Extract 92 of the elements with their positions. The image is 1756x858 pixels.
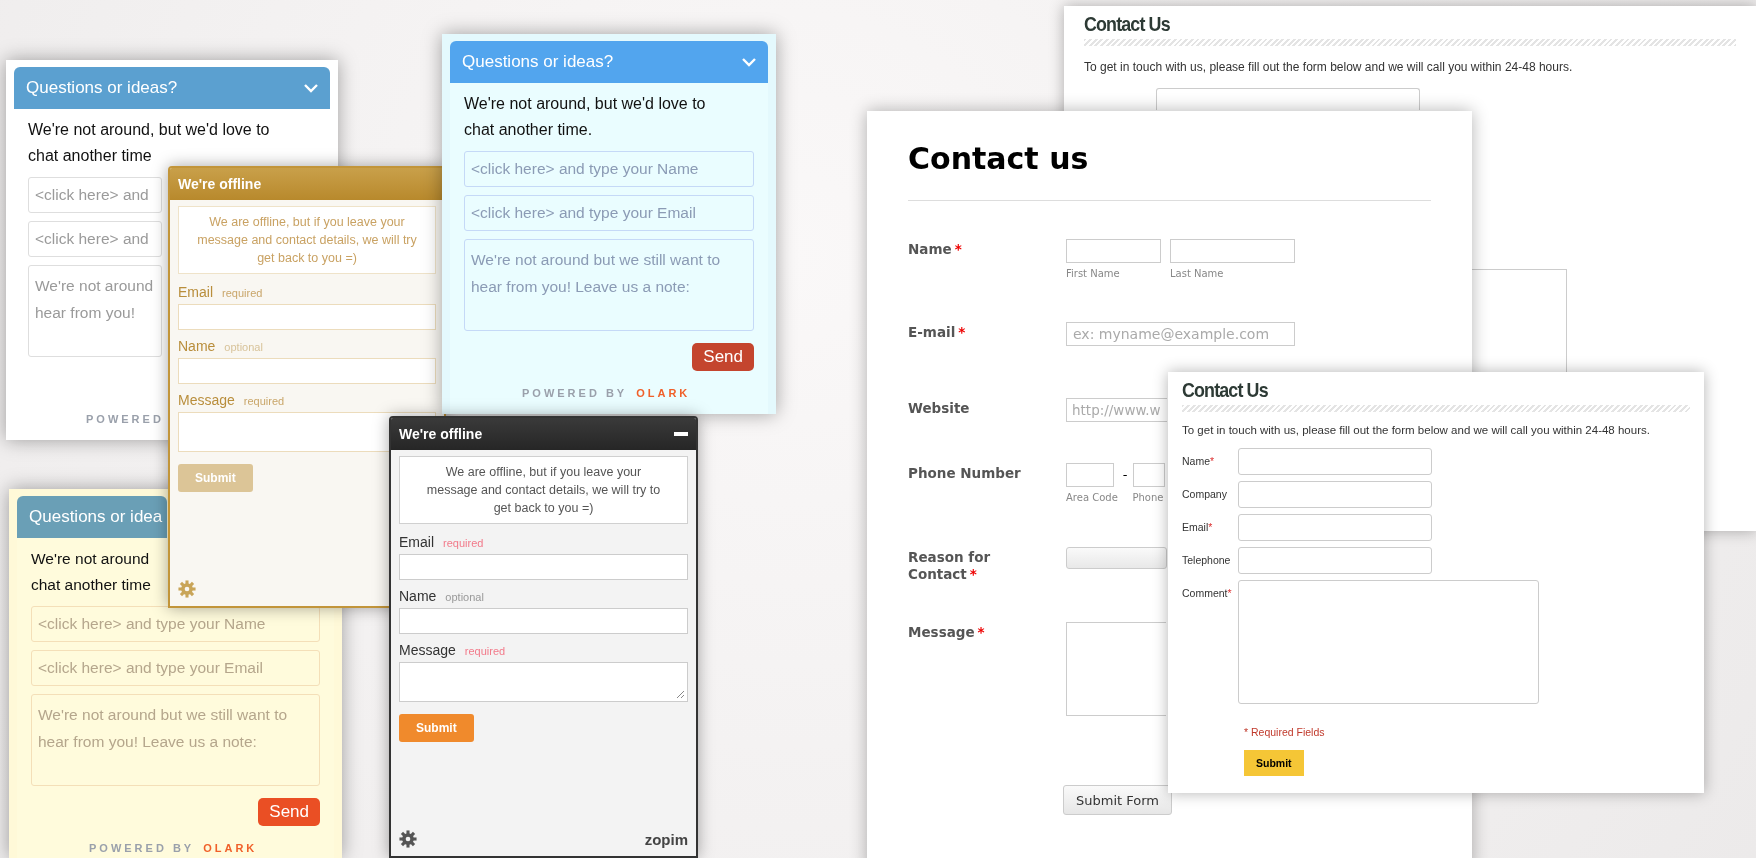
field-label: Name (178, 338, 216, 354)
input-field[interactable]: ex: myname@example.com (1066, 322, 1295, 346)
chat-header[interactable]: Questions or ideas? (450, 41, 768, 83)
intro-text: To get in touch with us, please fill out the form below and we will call you within 24-48 hours. (1084, 60, 1574, 74)
field-hint: required (222, 287, 263, 299)
input-field[interactable] (1066, 239, 1161, 263)
input-field[interactable] (1066, 463, 1114, 487)
field-label: Name* (1182, 454, 1216, 467)
minimize-icon[interactable] (674, 432, 688, 436)
submit-button[interactable]: Submit (1244, 750, 1304, 776)
field-label: E-mail * (908, 323, 967, 342)
send-button[interactable]: Send (258, 798, 320, 826)
form-title: Contact us (908, 141, 1090, 176)
input-field[interactable] (1238, 547, 1432, 574)
field-hint: required (464, 645, 506, 657)
name-field[interactable]: <click here> and type your Name (31, 606, 320, 642)
input-field[interactable] (1132, 463, 1165, 487)
message-field[interactable] (399, 662, 688, 702)
name-field[interactable]: <click here> and type your Name (464, 151, 754, 187)
send-button[interactable]: Send (692, 343, 754, 371)
chevron-down-icon[interactable] (742, 57, 756, 67)
message-field[interactable]: We're not around but we still want to hear from you! Leave us a note: (464, 239, 754, 331)
field-label: Message * (908, 623, 986, 642)
field-label: Website (908, 399, 971, 418)
field-label: Company (1182, 487, 1228, 500)
greeting-text: We're not around chat another time (31, 549, 151, 595)
input-field[interactable] (399, 554, 688, 580)
chat-title: Questions or ideas? (26, 78, 178, 98)
form-title: Contact Us (1182, 378, 1269, 402)
brand-link[interactable]: OLARK (203, 842, 258, 854)
email-field[interactable]: <click here> and type your Email (464, 195, 754, 231)
chat-title: We're offline (399, 426, 483, 442)
input-field[interactable] (399, 608, 688, 634)
intro-text: To get in touch with us, please fill out the form below and we will call you within 24-48 hours. (1182, 424, 1651, 436)
field-label: Email (399, 534, 434, 550)
field-label: Reason for Contact * (908, 548, 992, 584)
field-label: Message (178, 392, 235, 408)
field-label: Email* (1182, 520, 1214, 533)
brand-link[interactable]: OLARK (636, 387, 691, 399)
separator-text: - (1122, 466, 1128, 482)
field-caption: Area Code (1066, 492, 1118, 503)
input-field[interactable] (178, 358, 436, 384)
field-caption: First Name (1066, 268, 1120, 279)
chat-title: Questions or ideas? (462, 52, 614, 72)
field-hint: optional (224, 341, 263, 353)
input-field[interactable] (1238, 481, 1432, 508)
message-field[interactable]: We're not around hear from you! (28, 265, 162, 357)
input-field[interactable] (1238, 448, 1432, 475)
chat-header[interactable]: Questions or ideas? (14, 67, 330, 109)
form-title: Contact Us (1084, 12, 1171, 36)
greeting-text: We're not around, but we'd love to chat another time (28, 120, 270, 166)
field-hint: required (443, 537, 484, 549)
name-field[interactable]: <click here> and (28, 177, 162, 213)
email-field[interactable]: <click here> and type your Email (31, 650, 320, 686)
field-caption: Last Name (1170, 268, 1224, 279)
submit-button[interactable]: Submit (178, 464, 253, 492)
gear-icon[interactable] (399, 830, 417, 848)
field-label: Message (399, 642, 456, 658)
field-label: Comment* (1182, 586, 1233, 599)
message-field[interactable]: We're not around but we still want to hear from you! Leave us a note: (31, 694, 320, 786)
powered-by-text: POWERED (86, 413, 164, 425)
resize-grip-icon[interactable] (675, 689, 685, 699)
input-field[interactable]: http://www.w (1066, 398, 1167, 422)
required-note: * Required Fields (1244, 726, 1326, 738)
field-hint: optional (445, 591, 484, 603)
field-label: Name (399, 588, 437, 604)
powered-by-text: POWERED BY (89, 842, 195, 854)
comment-field[interactable] (1238, 580, 1539, 704)
chat-title: Questions or idea (29, 507, 163, 527)
powered-by-text: POWERED BY (522, 387, 628, 399)
field-caption: Phone (1132, 492, 1164, 503)
email-field[interactable]: <click here> and (28, 221, 162, 257)
submit-button[interactable]: Submit (399, 714, 474, 742)
field-label: Telephone (1182, 553, 1232, 566)
message-field[interactable] (1066, 622, 1166, 716)
field-label: Email (178, 284, 213, 300)
field-hint: required (243, 395, 285, 407)
submit-button[interactable]: Submit Form (1063, 785, 1172, 815)
chat-title: We're offline (178, 176, 262, 192)
input-field[interactable] (1238, 514, 1432, 541)
greeting-text: We're not around, but we'd love to chat another time. (464, 94, 706, 140)
input-field[interactable] (178, 304, 436, 330)
field-label: Phone Number (908, 464, 1022, 483)
brand-logo: zopim (644, 830, 688, 848)
dropdown[interactable] (1066, 547, 1167, 569)
offline-notice: We are offline, but if you leave your message and contact details, we will try to get back to you =) (399, 456, 688, 524)
input-field[interactable] (1170, 239, 1295, 263)
chat-header[interactable]: Questions or idea (17, 496, 167, 538)
field-label: Name * (908, 240, 963, 259)
offline-notice: We are offline, but if you leave your message and contact details, we will try get back to you =) (178, 206, 436, 274)
input-field[interactable] (1156, 88, 1420, 110)
chevron-down-icon[interactable] (304, 83, 318, 93)
